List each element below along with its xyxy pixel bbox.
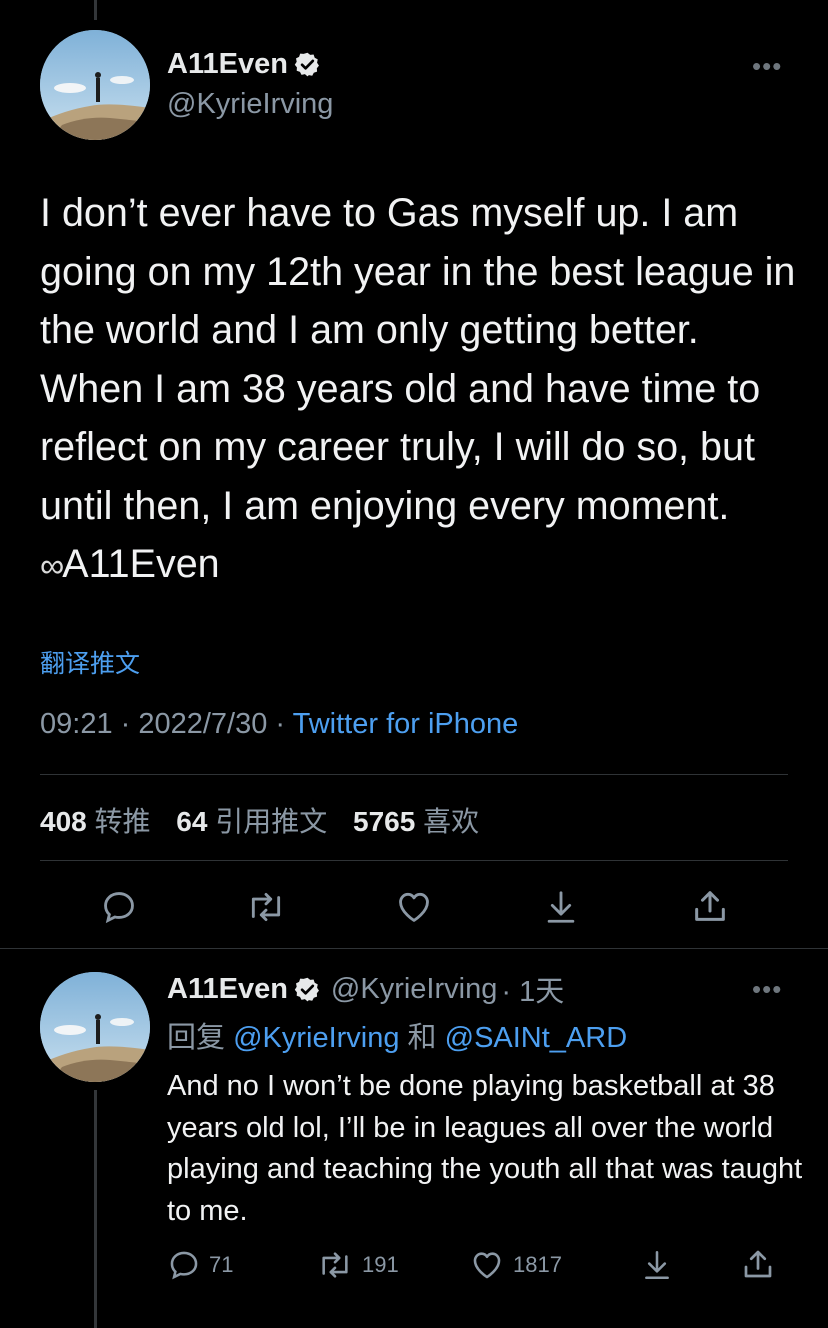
reply-author-row: A11Even @KyrieIrving · 1天	[167, 968, 564, 1010]
retweet-icon	[322, 1252, 348, 1278]
quotes-stat[interactable]: 64 引用推文	[176, 806, 327, 837]
heart-icon	[473, 1252, 501, 1279]
share-button[interactable]	[740, 1246, 776, 1282]
translate-link[interactable]: 翻译推文	[40, 644, 140, 680]
retweets-count: 408	[40, 806, 87, 837]
verified-badge-icon	[294, 977, 319, 1001]
like-count: 1817	[513, 1252, 562, 1277]
meta-separator: ·	[267, 708, 293, 740]
replying-prefix: 回复	[167, 1022, 234, 1054]
quotes-label: 引用推文	[215, 806, 328, 837]
tweet-signature: A11Even	[62, 542, 220, 586]
like-button[interactable]	[394, 888, 434, 926]
divider	[0, 948, 828, 949]
author-handle[interactable]: @KyrieIrving	[167, 88, 333, 121]
heart-icon	[399, 892, 429, 922]
reply-avatar[interactable]	[40, 972, 150, 1082]
reply-icon	[170, 1251, 198, 1280]
tweet-source[interactable]: Twitter for iPhone	[293, 708, 519, 740]
bookmark-button[interactable]	[640, 1248, 674, 1282]
meta-separator: ·	[112, 708, 139, 740]
thread-connector	[94, 1090, 97, 1328]
author-row: A11Even	[167, 48, 321, 81]
bookmark-button[interactable]	[542, 888, 580, 926]
share-button[interactable]	[690, 886, 730, 926]
reply-author-handle[interactable]: @KyrieIrving	[331, 973, 497, 1006]
mention-link[interactable]: @KyrieIrving	[233, 1022, 399, 1054]
quotes-count: 64	[176, 806, 208, 837]
conjunction: 和	[399, 1022, 445, 1054]
retweet-count: 191	[362, 1252, 399, 1277]
tweet-time[interactable]: 09:21	[40, 708, 113, 740]
tweet-body: I don’t ever have to Gas myself up. I am…	[40, 191, 796, 528]
divider	[40, 860, 788, 861]
retweets-stat[interactable]: 408 转推	[40, 806, 151, 837]
more-icon[interactable]: •••	[752, 976, 782, 1002]
engagement-stats: 408 转推 64 引用推文 5765 喜欢	[40, 800, 479, 840]
avatar[interactable]	[40, 30, 150, 140]
likes-count: 5765	[353, 806, 416, 837]
tweet-meta: 09:21 · 2022/7/30 · Twitter for iPhone	[40, 708, 518, 741]
mention-link[interactable]: @SAINt_ARD	[445, 1022, 628, 1054]
share-icon	[695, 891, 725, 921]
reply-button[interactable]	[100, 888, 138, 926]
tweet-text: I don’t ever have to Gas myself up. I am…	[40, 184, 810, 596]
share-icon	[744, 1250, 772, 1278]
reply-author-name[interactable]: A11Even	[167, 973, 288, 1006]
reply-button[interactable]: 71	[167, 1248, 233, 1282]
author-name[interactable]: A11Even	[167, 48, 288, 81]
reply-count: 71	[209, 1252, 234, 1277]
divider	[40, 774, 788, 775]
more-icon[interactable]: •••	[752, 53, 782, 79]
like-button[interactable]: 1817	[469, 1248, 562, 1282]
bookmark-icon	[645, 1250, 669, 1280]
tweet-date[interactable]: 2022/7/30	[138, 708, 267, 740]
retweets-label: 转推	[94, 806, 151, 837]
reply-text: And no I won’t be done playing basketbal…	[167, 1070, 803, 1227]
reply-icon	[104, 892, 134, 924]
retweet-icon	[251, 892, 281, 922]
bookmark-icon	[547, 891, 575, 923]
thread-connector-top	[94, 0, 97, 20]
infinity-icon: ∞	[40, 547, 64, 585]
retweet-button[interactable]: 191	[316, 1248, 399, 1282]
likes-stat[interactable]: 5765 喜欢	[353, 806, 479, 837]
verified-badge-icon	[294, 52, 319, 77]
retweet-button[interactable]	[245, 888, 287, 926]
replying-to: 回复 @KyrieIrving 和 @SAINt_ARD	[167, 1014, 627, 1056]
reply-time[interactable]: · 1天	[501, 968, 564, 1010]
likes-label: 喜欢	[423, 806, 480, 837]
